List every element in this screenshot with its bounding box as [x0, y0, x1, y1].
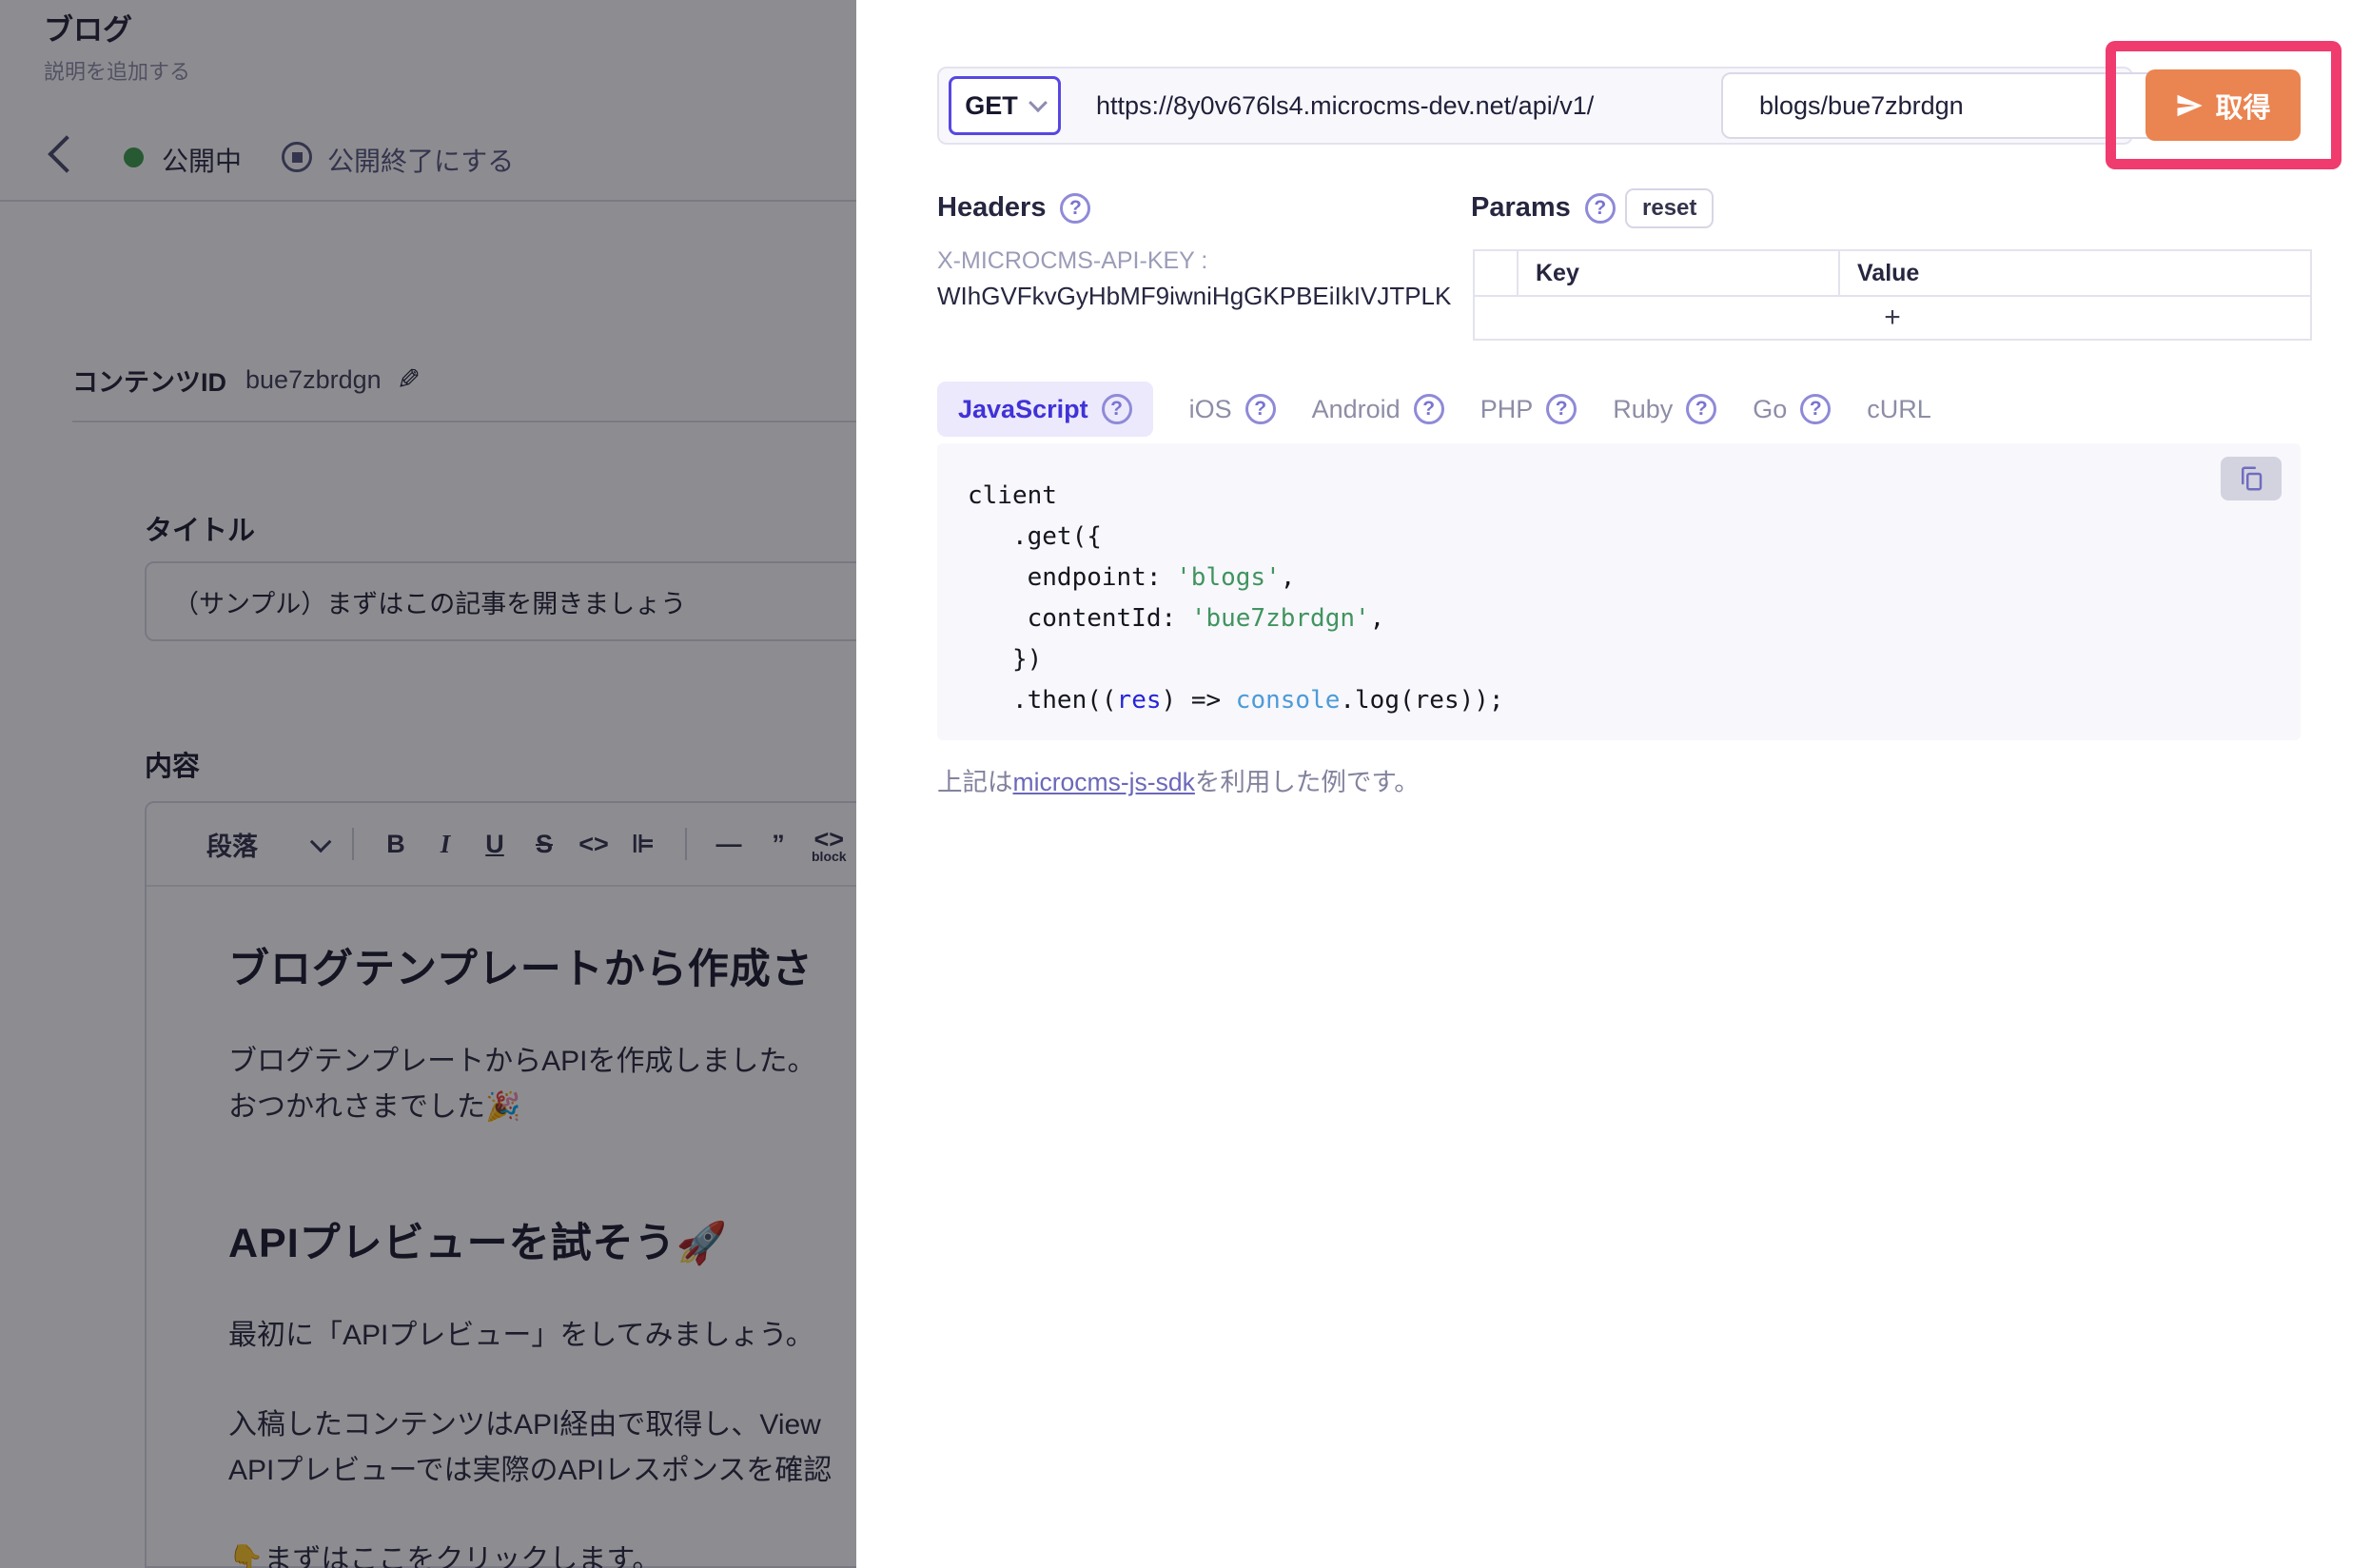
copy-button[interactable] [2221, 457, 2282, 500]
method-select[interactable]: GET [949, 76, 1061, 135]
help-icon[interactable]: ? [1102, 394, 1132, 424]
tab-ios[interactable]: iOS? [1189, 382, 1276, 437]
language-tabs: JavaScript? iOS? Android? PHP? Ruby? Go? cURL [937, 381, 1931, 438]
method-label: GET [965, 91, 1018, 121]
help-icon[interactable]: ? [1245, 394, 1276, 424]
sdk-note: 上記はmicrocms-js-sdkを利用した例です。 [937, 761, 1420, 798]
endpoint-value: blogs/bue7zbrdgn [1759, 91, 1964, 121]
params-checkbox-column [1475, 251, 1519, 295]
base-url-text: https://8y0v676ls4.microcms-dev.net/api/… [1096, 69, 1594, 143]
params-table-header: Key Value [1475, 251, 2310, 297]
help-icon[interactable]: ? [1686, 394, 1716, 424]
tab-android[interactable]: Android? [1312, 382, 1444, 437]
sdk-link[interactable]: microcms-js-sdk [1013, 768, 1195, 796]
help-icon[interactable]: ? [1414, 394, 1444, 424]
api-key-value: WIhGVFkvGyHbMF9iwniHgGKPBEiIkIVJTPLK [937, 282, 1451, 311]
tab-ruby[interactable]: Ruby? [1613, 382, 1716, 437]
code-sample-block: client .get({ endpoint: 'blogs', content… [937, 443, 2301, 740]
help-icon[interactable]: ? [1585, 193, 1616, 224]
code-sample: client .get({ endpoint: 'blogs', content… [968, 476, 1504, 721]
help-icon[interactable]: ? [1060, 193, 1090, 224]
tab-curl[interactable]: cURL [1867, 382, 1931, 437]
help-icon[interactable]: ? [1800, 394, 1831, 424]
tab-go[interactable]: Go? [1753, 382, 1831, 437]
params-value-header: Value [1840, 251, 2310, 295]
request-bar: GET https://8y0v676ls4.microcms-dev.net/… [937, 67, 2133, 145]
params-key-header: Key [1519, 251, 1840, 295]
params-reset-button[interactable]: reset [1625, 188, 1714, 228]
headers-section-title: Headers ? [937, 192, 1090, 224]
help-icon[interactable]: ? [1546, 394, 1577, 424]
tab-php[interactable]: PHP? [1480, 382, 1577, 437]
tab-javascript[interactable]: JavaScript? [937, 382, 1153, 437]
params-section-title: Params ? [1471, 192, 1616, 224]
microcms-app: ブログ 説明を追加する 公開中 公開終了にする コンテンツID bue7zbrd… [0, 0, 2371, 1568]
highlight-annotation [2106, 41, 2342, 169]
api-preview-drawer: GET https://8y0v676ls4.microcms-dev.net/… [856, 0, 2371, 1568]
chevron-down-icon [1029, 93, 1048, 112]
api-key-label: X-MICROCMS-API-KEY : [937, 247, 1207, 275]
add-param-button[interactable]: + [1475, 297, 2310, 339]
copy-icon [2237, 464, 2265, 493]
params-table: Key Value + [1473, 249, 2312, 341]
